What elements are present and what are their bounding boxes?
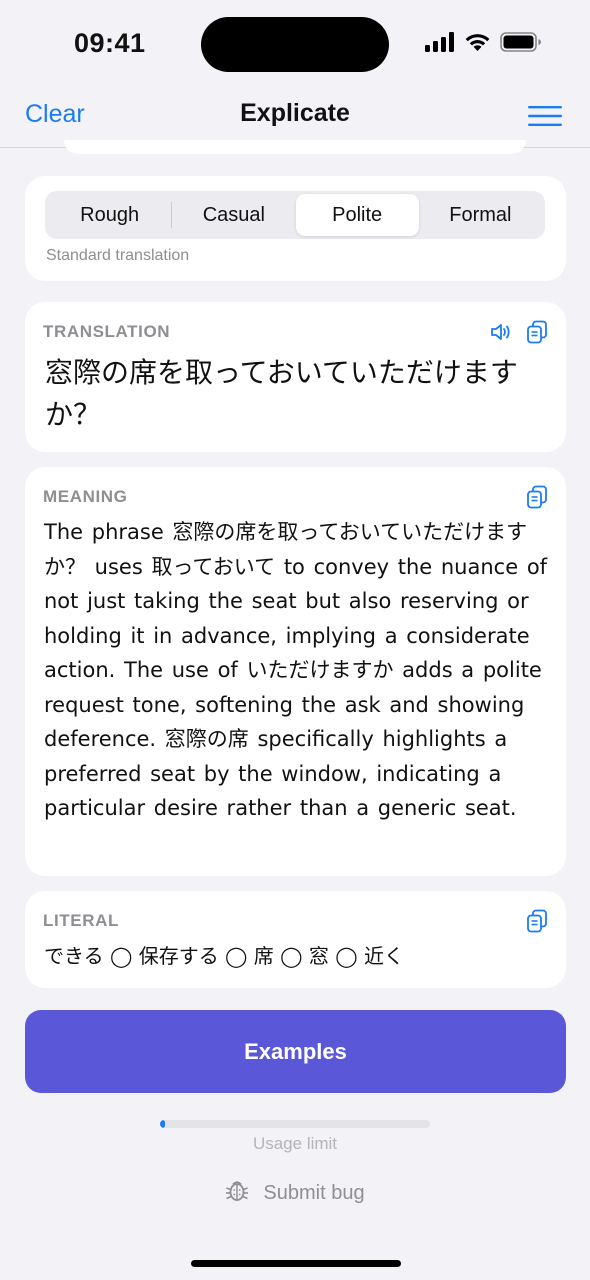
dynamic-island — [201, 17, 389, 72]
tone-option-rough[interactable]: Rough — [48, 194, 171, 236]
translation-actions — [490, 320, 548, 344]
tone-option-formal[interactable]: Formal — [419, 194, 542, 236]
submit-bug-label: Submit bug — [263, 1181, 365, 1204]
usage-progress-fill — [160, 1120, 166, 1128]
status-icons — [425, 32, 542, 57]
wifi-icon — [464, 32, 491, 57]
app-screen: 09:41 Clear Explicate Rough Casual Polit… — [0, 0, 590, 1280]
navigation-bar: Clear Explicate — [0, 86, 590, 148]
meaning-text: The phrase 窓際の席を取っておいていただけますか？ uses 取ってお… — [44, 520, 548, 820]
copy-icon[interactable] — [526, 320, 548, 344]
literal-text: できる ◯ 保存する ◯ 席 ◯ 窓 ◯ 近く — [44, 944, 404, 968]
battery-icon — [500, 32, 542, 57]
hamburger-menu-icon[interactable] — [528, 106, 562, 131]
translation-text: 窓際の席を取っておいていただけますか？ — [45, 356, 518, 431]
tone-card: Rough Casual Polite Formal Standard tran… — [25, 176, 566, 281]
meaning-actions — [526, 485, 548, 509]
tone-option-casual[interactable]: Casual — [172, 194, 295, 236]
usage-label: Usage limit — [252, 1134, 338, 1153]
literal-label: LITERAL — [43, 911, 119, 930]
status-time: 09:41 — [74, 28, 146, 58]
copy-icon[interactable] — [526, 485, 548, 509]
cellular-signal-icon — [425, 32, 455, 57]
translation-label: TRANSLATION — [43, 322, 171, 341]
bug-icon — [225, 1177, 249, 1209]
scrolled-card-edge — [64, 140, 526, 154]
speaker-icon[interactable] — [490, 322, 512, 342]
usage-progress-bar — [160, 1120, 430, 1128]
literal-card: LITERAL できる ◯ 保存する ◯ 席 ◯ 窓 ◯ 近く — [25, 891, 566, 988]
submit-bug-button[interactable]: Submit bug — [0, 1177, 590, 1209]
tone-description: Standard translation — [46, 247, 190, 264]
copy-icon[interactable] — [526, 909, 548, 933]
home-indicator — [191, 1260, 401, 1267]
examples-button[interactable]: Examples — [25, 1010, 566, 1093]
page-title: Explicate — [240, 99, 350, 127]
meaning-card: MEANING The phrase 窓際の席を取っておいていただけますか？ u… — [25, 467, 566, 876]
status-bar: 09:41 — [0, 0, 590, 86]
translation-card: TRANSLATION 窓際の席を取っておいていただけますか？ — [25, 302, 566, 452]
meaning-label: MEANING — [43, 487, 128, 506]
tone-option-polite[interactable]: Polite — [295, 194, 419, 236]
tone-segmented-control: Rough Casual Polite Formal — [45, 191, 545, 239]
literal-actions — [526, 909, 548, 933]
